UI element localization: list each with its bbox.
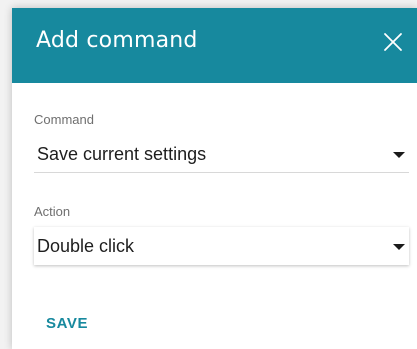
action-value: Double click <box>37 236 135 256</box>
command-label: Command <box>34 112 94 127</box>
save-button[interactable]: SAVE <box>46 315 88 332</box>
action-label: Action <box>34 204 71 219</box>
action-field: Action Double click <box>34 204 409 265</box>
dialog-header: Add command <box>12 8 417 83</box>
command-field: Command Save current settings <box>34 112 409 173</box>
command-value: Save current settings <box>37 144 207 164</box>
close-icon[interactable] <box>383 32 403 52</box>
chevron-down-icon <box>393 152 405 158</box>
command-select[interactable]: Save current settings <box>34 135 409 173</box>
chevron-down-icon <box>393 244 405 250</box>
action-select[interactable]: Double click <box>34 227 409 265</box>
add-command-dialog: Add command Command Save current setting… <box>12 8 417 349</box>
dialog-title: Add command <box>36 28 198 53</box>
